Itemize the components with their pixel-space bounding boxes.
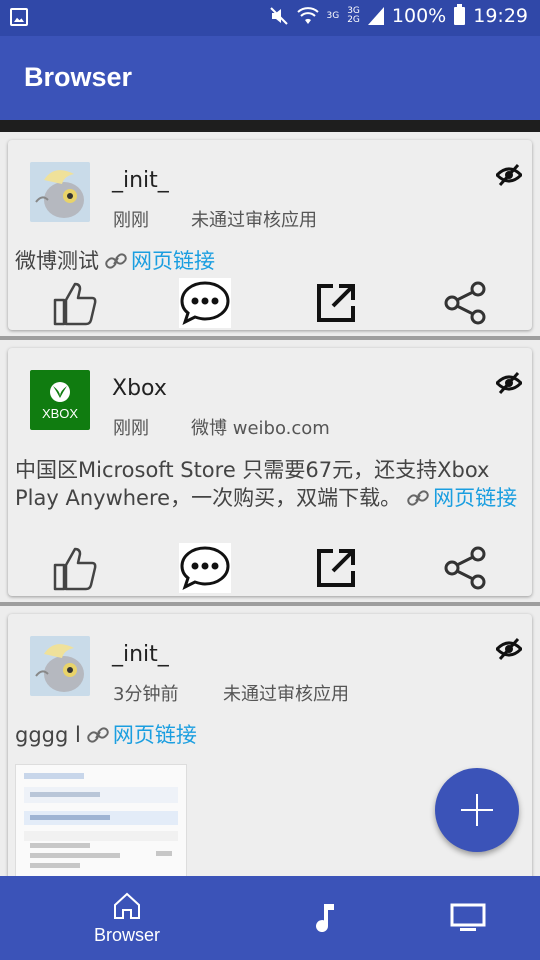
comment-icon <box>180 546 230 590</box>
post-card[interactable]: XBOX Xbox 刚刚 微博 weibo.com 中国区Microsoft S… <box>8 348 532 596</box>
action-bar <box>8 543 532 593</box>
signal-icon <box>367 7 384 25</box>
post-source: 未通过审核应用 <box>223 684 349 705</box>
web-link[interactable]: 网页链接 <box>113 723 197 747</box>
post-time: 3分钟前 <box>113 684 179 705</box>
link-icon <box>105 253 127 269</box>
network-type-indicator: 3G <box>326 10 340 21</box>
like-button[interactable] <box>50 278 100 328</box>
mute-icon <box>269 7 288 25</box>
add-post-button[interactable] <box>435 768 519 852</box>
nav-label-browser: Browser <box>93 924 160 945</box>
post-text: 微博测试 网页链接 <box>15 247 524 275</box>
post-time: 刚刚 <box>113 210 149 231</box>
open-external-button[interactable] <box>311 543 361 593</box>
hide-eye-icon[interactable] <box>496 636 522 662</box>
nav-tab-tv[interactable] <box>438 876 498 960</box>
comment-button[interactable] <box>179 278 231 328</box>
home-icon <box>114 892 140 919</box>
user-name[interactable]: _init_ <box>112 168 169 193</box>
post-text-body: 微博测试 <box>15 249 99 273</box>
status-icons: 3G 3G 2G 100% 19:29 <box>269 4 528 27</box>
post-text: 中国区Microsoft Store 只需要67元，还支持Xbox Play A… <box>15 456 524 512</box>
share-button[interactable] <box>441 278 491 328</box>
open-external-button[interactable] <box>311 278 361 328</box>
link-icon <box>87 727 109 743</box>
xbox-logo-icon: XBOX <box>42 382 78 421</box>
post-text: gggg l 网页链接 <box>15 721 524 749</box>
post-text-body: gggg l <box>15 723 81 747</box>
hide-eye-icon[interactable] <box>496 162 522 188</box>
user-avatar[interactable] <box>30 636 90 696</box>
hide-eye-icon[interactable] <box>496 370 522 396</box>
nav-tab-browser[interactable]: Browser <box>72 876 182 960</box>
music-icon <box>316 904 334 933</box>
like-button[interactable] <box>50 543 100 593</box>
link-icon <box>407 490 429 506</box>
bottom-navigation: Browser <box>0 876 540 960</box>
comment-icon <box>180 281 230 325</box>
thumbs-up-icon <box>53 547 97 591</box>
clock: 19:29 <box>473 5 528 27</box>
user-name[interactable]: Xbox <box>112 376 167 401</box>
app-bar: Browser <box>0 36 540 120</box>
post-time: 刚刚 <box>113 418 149 439</box>
comment-button[interactable] <box>179 543 231 593</box>
card-divider <box>0 336 540 340</box>
share-icon <box>444 281 486 325</box>
user-avatar[interactable]: XBOX <box>30 370 90 430</box>
gallery-icon <box>10 8 28 26</box>
open-external-icon <box>317 284 355 322</box>
tv-icon <box>450 903 486 931</box>
web-link[interactable]: 网页链接 <box>433 486 517 510</box>
web-link[interactable]: 网页链接 <box>131 249 215 273</box>
toolbar-shadow <box>0 120 540 132</box>
post-source: 微博 weibo.com <box>191 418 330 439</box>
post-card[interactable]: _init_ 3分钟前 未通过审核应用 gggg l 网页链接 <box>8 614 532 894</box>
network-type-indicator-2: 3G 2G <box>347 6 360 25</box>
card-divider <box>0 602 540 606</box>
wifi-icon <box>296 7 319 24</box>
user-name[interactable]: _init_ <box>112 642 169 667</box>
svg-text:XBOX: XBOX <box>42 406 78 421</box>
post-source: 未通过审核应用 <box>191 210 317 231</box>
image-thumbnail[interactable] <box>15 764 187 886</box>
nav-tab-music[interactable] <box>295 876 355 960</box>
action-bar <box>8 278 532 328</box>
share-icon <box>444 546 486 590</box>
share-button[interactable] <box>441 543 491 593</box>
post-card[interactable]: _init_ 刚刚 未通过审核应用 微博测试 网页链接 <box>8 140 532 330</box>
battery-icon <box>454 4 466 25</box>
user-avatar[interactable] <box>30 162 90 222</box>
open-external-icon <box>317 549 355 587</box>
status-bar: 3G 3G 2G 100% 19:29 <box>0 0 540 36</box>
thumbs-up-icon <box>53 282 97 326</box>
battery-text: 100% <box>391 5 447 27</box>
page-title: Browser <box>24 62 133 92</box>
